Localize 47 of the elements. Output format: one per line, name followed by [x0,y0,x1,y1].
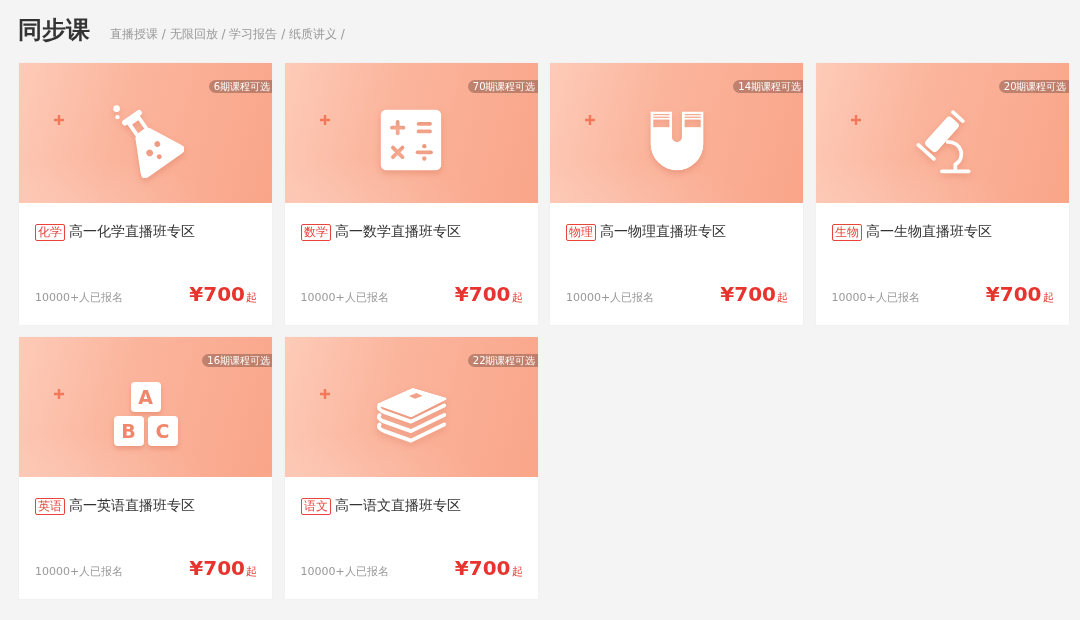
course-card[interactable]: 16期课程可选 A B C 英语 高一英语直播班专区 10000+人已报名 ¥700起 [19,337,272,599]
price: ¥700起 [985,282,1054,308]
subject-tag: 化学 [35,223,65,241]
price: ¥700起 [189,556,257,582]
enrollment-count: 10000+人已报名 [300,290,389,305]
course-title: 高一语文直播班专区 [334,497,461,515]
plus-icon [54,115,64,125]
plus-icon [585,115,595,125]
period-badge: 22期课程可选 [467,354,538,367]
period-badge: 20期课程可选 [998,80,1069,93]
enrollment-count: 10000+人已报名 [35,290,124,305]
section-title: 同步课 [18,15,90,46]
course-card[interactable]: 6期课程可选 化学 高一化学直播班专区 10000+人已报名 ¥700起 [19,63,272,325]
course-title: 高一生物直播班专区 [865,223,992,241]
course-card[interactable]: 22期课程可选 语文 高一语文直播班专区 10000+人已报名 ¥700起 [284,337,538,599]
price: ¥700起 [720,282,788,308]
course-card[interactable]: 20期课程可选 生物 高一生物直播班专区 10000+人已报名 ¥700起 [815,63,1069,325]
course-title: 高一物理直播班专区 [600,223,726,241]
plus-icon [850,115,861,125]
course-title: 高一英语直播班专区 [69,497,195,515]
subject-tag: 英语 [35,497,65,515]
plus-icon [319,389,330,399]
subject-tag: 物理 [566,223,596,241]
course-card[interactable]: 14期课程可选 物理 高一物理直播班专区 10000+人已报名 ¥700起 [550,63,803,325]
price: ¥700起 [454,282,523,308]
price: ¥700起 [189,282,257,308]
price: ¥700起 [454,556,523,582]
period-badge: 70期课程可选 [467,80,538,93]
period-badge: 6期课程可选 [208,80,272,93]
enrollment-count: 10000+人已报名 [35,564,124,579]
subject-tag: 数学 [300,223,331,241]
plus-icon [54,389,64,399]
period-badge: 16期课程可选 [202,354,272,367]
course-card[interactable]: 70期课程可选 数学 高一数学直播班专区 10000+人已报名 ¥700起 [284,63,538,325]
subject-tag: 生物 [831,223,862,241]
subject-tag: 语文 [300,497,331,515]
course-title: 高一化学直播班专区 [69,223,195,241]
feature-list: 直播授课 / 无限回放 / 学习报告 / 纸质讲义 / [110,26,345,42]
course-title: 高一数学直播班专区 [334,223,461,241]
enrollment-count: 10000+人已报名 [831,290,920,305]
letter-tile: B [113,416,144,446]
letter-tile: C [147,416,178,446]
enrollment-count: 10000+人已报名 [300,564,389,579]
enrollment-count: 10000+人已报名 [566,290,655,305]
letter-tile: A [130,382,161,412]
period-badge: 14期课程可选 [733,80,803,93]
plus-icon [319,115,330,125]
